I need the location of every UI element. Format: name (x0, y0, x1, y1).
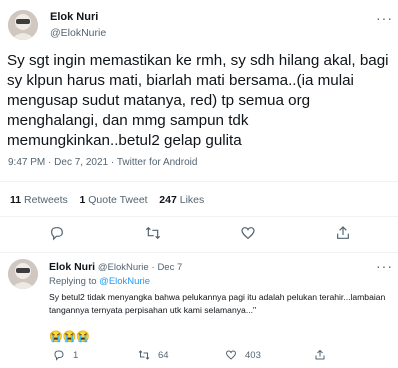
reply-emojis: 😭😭😭 (49, 331, 91, 343)
reply-retweet-count: 64 (158, 349, 169, 361)
replying-handle-link[interactable]: @ElokNurie (99, 276, 150, 287)
reply-share-button[interactable] (314, 349, 326, 361)
meta-separator: · (110, 157, 115, 168)
likes-stat[interactable]: 247 Likes (159, 194, 204, 206)
tweet-date[interactable]: Dec 7, 2021 (54, 157, 108, 168)
meta-separator: · (48, 157, 52, 168)
reply-like-count: 403 (245, 349, 261, 361)
main-more-button[interactable]: ··· (376, 10, 393, 26)
tweet-source[interactable]: Twitter for Android (117, 157, 198, 168)
retweet-icon (138, 350, 150, 360)
main-author-handle[interactable]: @ElokNurie (50, 27, 106, 39)
reply-header: Elok Nuri @ElokNurie · Dec 7 (49, 261, 182, 273)
quotes-count: 1 (79, 194, 86, 206)
likes-label: Likes (179, 194, 205, 206)
reply-icon (51, 227, 63, 241)
quotes-stat[interactable]: 1 Quote Tweet (79, 194, 147, 206)
reply-date[interactable]: Dec 7 (157, 262, 182, 273)
tweet-stats: 11 Retweets 1 Quote Tweet 247 Likes (10, 194, 204, 206)
reply-reply-count: 1 (73, 349, 79, 361)
quotes-label: Quote Tweet (88, 194, 148, 206)
divider (0, 252, 398, 253)
retweets-count: 11 (10, 194, 22, 206)
reply-avatar[interactable] (8, 259, 38, 289)
main-like-button[interactable] (240, 225, 256, 241)
reply-reply-button[interactable]: 1 (53, 349, 78, 361)
like-icon (241, 227, 255, 240)
main-retweet-button[interactable] (145, 225, 161, 241)
retweets-label: Retweets (24, 194, 68, 206)
reply-author-name[interactable]: Elok Nuri (49, 261, 95, 273)
likes-count: 247 (159, 194, 177, 206)
retweets-stat[interactable]: 11 Retweets (10, 194, 68, 206)
tweet-time[interactable]: 9:47 PM (8, 157, 45, 168)
main-avatar[interactable] (8, 10, 38, 40)
retweet-icon (145, 226, 161, 240)
reply-like-button[interactable]: 403 (225, 349, 261, 361)
main-author-name[interactable]: Elok Nuri (50, 11, 98, 23)
reply-author-handle[interactable]: @ElokNurie (98, 262, 149, 273)
replying-to: Replying to @ElokNurie (49, 276, 150, 287)
main-share-button[interactable] (335, 225, 351, 241)
reply-more-button[interactable]: ··· (376, 258, 393, 274)
main-tweet-text: Sy sgt ingin memastikan ke rmh, sy sdh h… (7, 52, 389, 149)
reply-text: Sy betul2 tidak menyangka bahwa pelukann… (49, 292, 386, 315)
like-icon (225, 350, 237, 360)
replying-prefix: Replying to (49, 276, 97, 287)
divider (0, 216, 398, 217)
reply-retweet-button[interactable]: 64 (138, 349, 169, 361)
share-icon (337, 226, 349, 239)
reply-icon (54, 350, 64, 361)
main-tweet-meta: 9:47 PM · Dec 7, 2021 · Twitter for Andr… (8, 157, 197, 168)
reply-separator: · (151, 262, 155, 273)
divider (0, 181, 398, 182)
main-reply-button[interactable] (49, 225, 65, 241)
share-icon (315, 349, 325, 360)
